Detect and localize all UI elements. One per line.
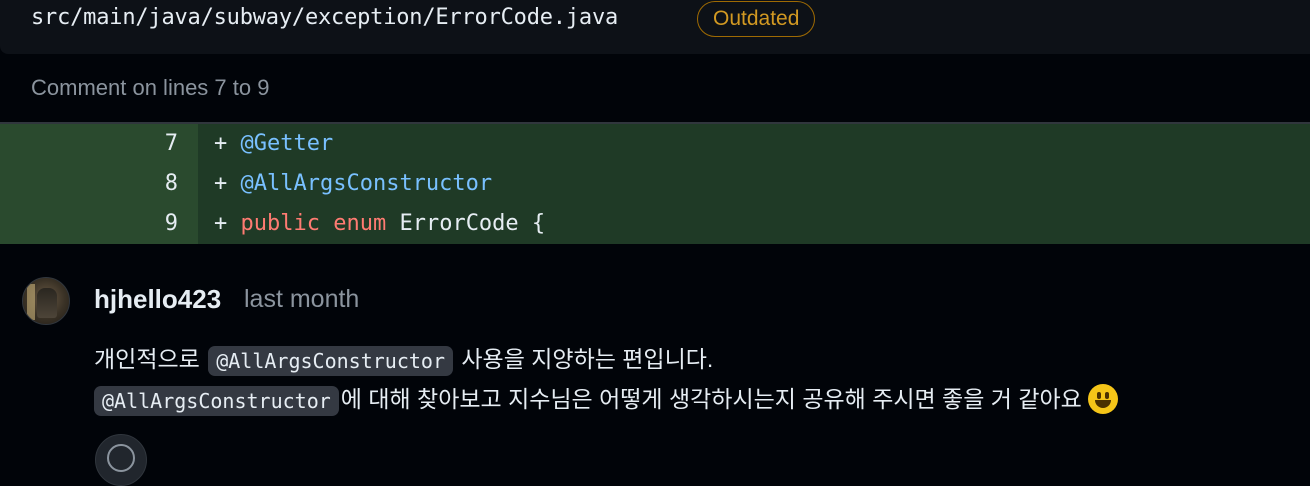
code-line: + public enum ErrorCode { [198, 204, 1310, 244]
comment-text: 에 대해 찾아보고 지수님은 어떻게 생각하시는지 공유해 주시면 좋을 거 같… [340, 386, 1082, 412]
grinning-face-emoji-icon [1087, 383, 1118, 414]
avatar-detail [27, 284, 35, 320]
diff-added-marker: + [214, 171, 228, 196]
code-token: @Getter [240, 131, 334, 156]
code-line: + @AllArgsConstructor [198, 164, 1310, 204]
outdated-badge: Outdated [697, 1, 816, 37]
comment-text: 사용을 지양하는 편입니다. [454, 346, 714, 372]
comment-text: 개인적으로 [94, 346, 207, 372]
smiley-icon [107, 444, 135, 472]
file-header: src/main/java/subway/exception/ErrorCode… [0, 0, 1310, 54]
code-token: enum [333, 211, 387, 236]
comment-timestamp-link[interactable]: last month [244, 285, 359, 314]
file-path-link[interactable]: src/main/java/subway/exception/ErrorCode… [31, 5, 618, 30]
line-number[interactable]: 9 [0, 204, 198, 244]
line-number[interactable]: 7 [0, 124, 198, 164]
diff-added-marker: + [214, 131, 228, 156]
code-token: @AllArgsConstructor [240, 171, 493, 196]
comment-body-line: 개인적으로 @AllArgsConstructor 사용을 지양하는 편입니다. [94, 340, 713, 376]
diff-line: 8 + @AllArgsConstructor [0, 164, 1310, 204]
diff-added-marker: + [214, 211, 228, 236]
avatar[interactable] [22, 277, 70, 325]
inline-code: @AllArgsConstructor [208, 345, 453, 376]
comment-author-link[interactable]: hjhello423 [94, 284, 221, 315]
comment-body-line: @AllArgsConstructor 에 대해 찾아보고 지수님은 어떻게 생각… [94, 380, 1118, 416]
inline-code: @AllArgsConstructor [94, 385, 339, 416]
diff-hunk: 7 + @Getter 8 + @AllArgsConstructor 9 + … [0, 122, 1310, 244]
diff-line: 7 + @Getter [0, 124, 1310, 164]
diff-line: 9 + public enum ErrorCode { [0, 204, 1310, 244]
add-reaction-button[interactable] [95, 434, 147, 486]
code-token: public [240, 211, 320, 236]
line-number[interactable]: 8 [0, 164, 198, 204]
code-line: + @Getter [198, 124, 1310, 164]
code-token: ErrorCode { [386, 211, 546, 236]
avatar-figure [37, 288, 57, 318]
comment-on-lines: Comment on lines 7 to 9 [31, 75, 270, 100]
